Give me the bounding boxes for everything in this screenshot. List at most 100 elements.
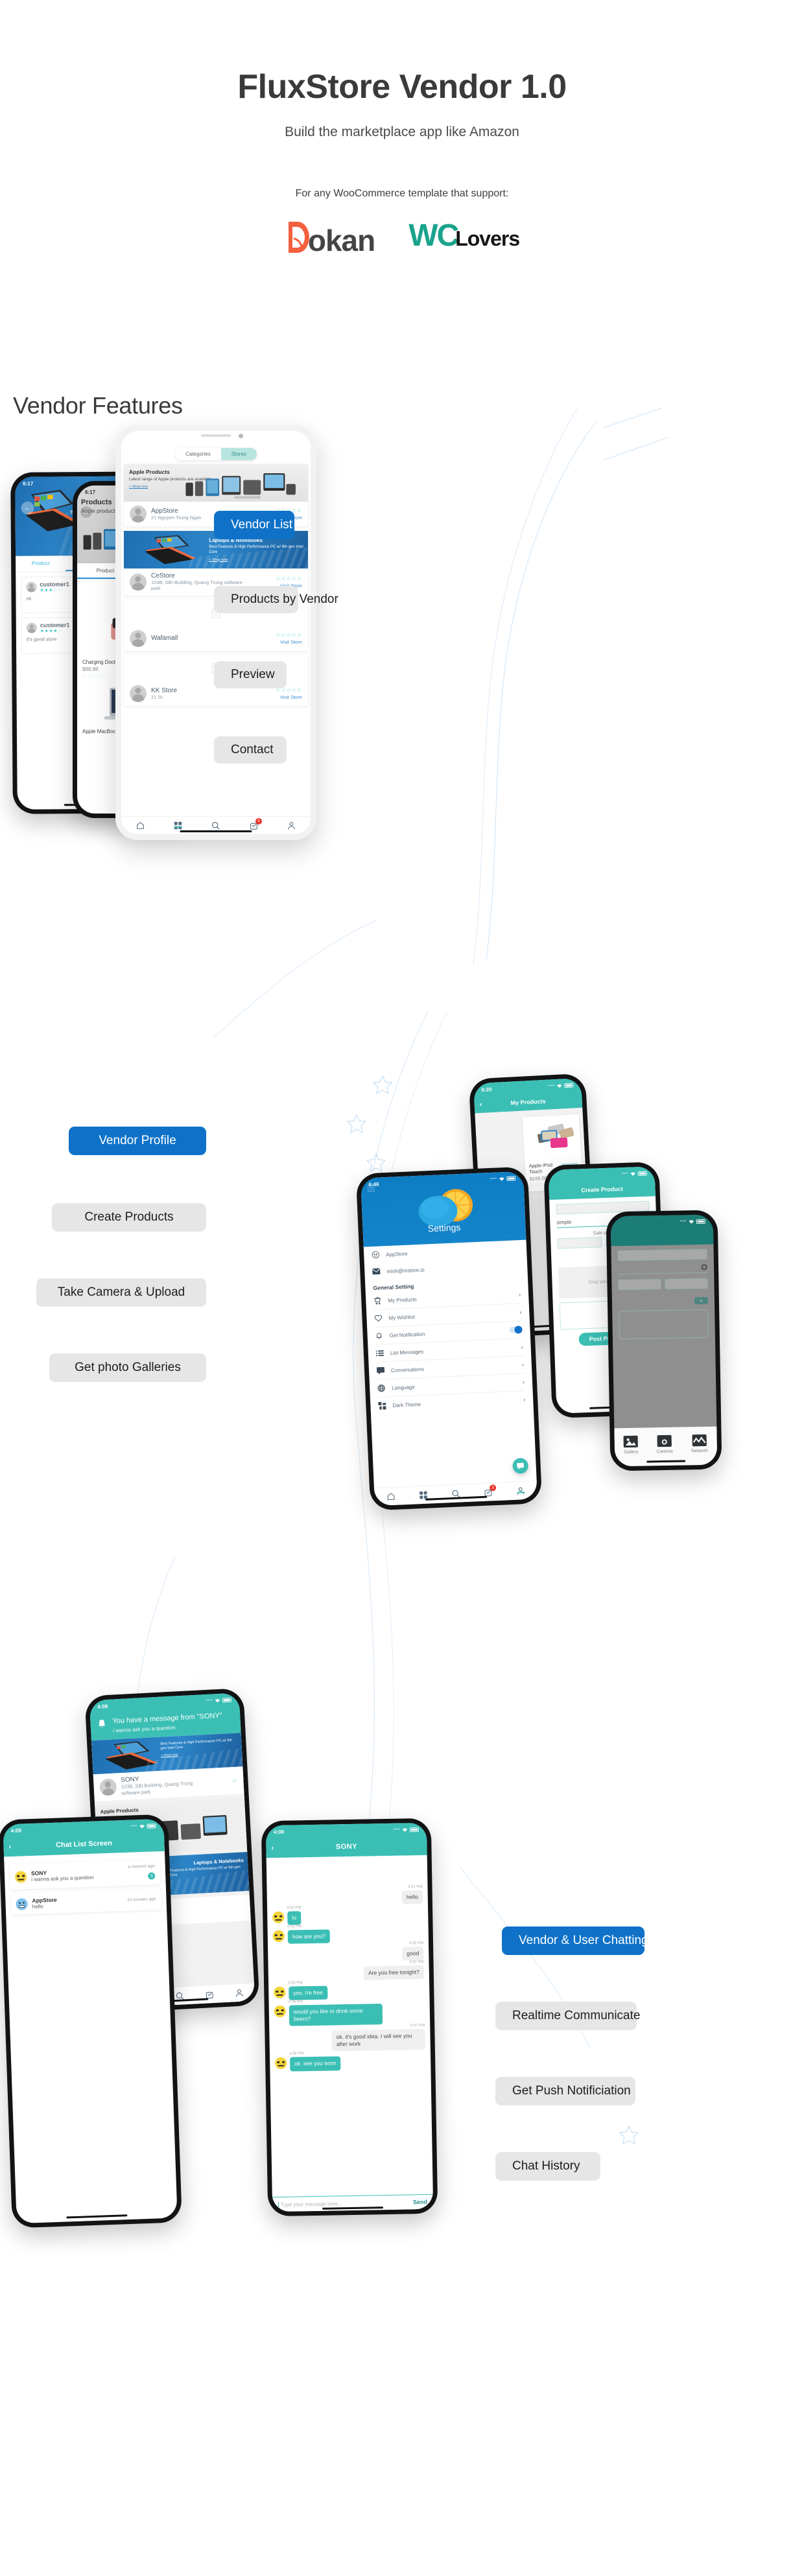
feature-pill-label: Realtime Communicate bbox=[512, 2009, 641, 2022]
home-indicator bbox=[66, 2214, 128, 2219]
chat-fab-button[interactable] bbox=[512, 1457, 529, 1474]
phone-vendor-list: Categories Stores Apple Products Latest … bbox=[115, 425, 316, 840]
back-icon[interactable]: ‹ bbox=[8, 1843, 11, 1851]
chevron-right-icon[interactable]: › bbox=[521, 1344, 523, 1350]
chevron-right-icon[interactable]: › bbox=[523, 1396, 525, 1403]
back-arrow-icon[interactable]: ← bbox=[21, 501, 34, 515]
heart-icon bbox=[374, 1315, 383, 1322]
feature-pill-vendor-user-chatting[interactable]: Vendor & User Chatting bbox=[502, 1926, 648, 1955]
avatar-emoji-icon bbox=[16, 1897, 28, 1910]
camera-icon bbox=[657, 1434, 672, 1447]
store-name: KK Store bbox=[151, 686, 178, 694]
avatar-emoji-icon bbox=[272, 1930, 285, 1943]
feature-pill-vendor-profile[interactable]: Vendor Profile bbox=[69, 1127, 206, 1155]
message-input[interactable]: Type your message here... bbox=[278, 2199, 414, 2208]
feature-pill-take-camera-upload[interactable]: Take Camera & Upload bbox=[36, 1278, 206, 1307]
regular-price-input[interactable] bbox=[557, 1237, 602, 1249]
status-time: 6:20 bbox=[481, 1086, 492, 1093]
chevron-right-icon[interactable]: › bbox=[519, 1291, 521, 1298]
profile-icon[interactable] bbox=[516, 1486, 525, 1495]
notification-toggle[interactable] bbox=[509, 1326, 523, 1333]
feature-pill-vendor-list[interactable]: Vendor List bbox=[214, 511, 294, 539]
bottom-navigation[interactable]: 1 bbox=[373, 1481, 538, 1506]
store-avatar bbox=[130, 506, 147, 522]
face-icon bbox=[372, 1251, 379, 1259]
feature-pill-preview[interactable]: Preview bbox=[214, 661, 287, 688]
appbar-title: My Products bbox=[510, 1097, 546, 1107]
avatar-emoji-icon bbox=[275, 2057, 287, 2070]
chat-list-item[interactable]: AppStore hello 10 minutes ago bbox=[10, 1888, 162, 1915]
store-avatar bbox=[130, 573, 147, 591]
status-time: 6:17 bbox=[23, 480, 34, 487]
feature-pill-label: Vendor List bbox=[231, 518, 293, 532]
feature-pill-get-photo-galleries[interactable]: Get photo Galleries bbox=[49, 1353, 206, 1382]
chevron-right-icon[interactable]: › bbox=[523, 1379, 525, 1385]
search-icon[interactable] bbox=[211, 821, 220, 830]
message-input-bar[interactable]: Type your message here... Send bbox=[272, 2194, 434, 2212]
sheet-option-label: Gallery bbox=[624, 1449, 639, 1455]
cart-badge: 1 bbox=[255, 818, 262, 825]
settings-item-label: Conversations bbox=[390, 1366, 425, 1374]
send-button[interactable]: Send bbox=[413, 2199, 427, 2205]
feature-pill-chat-history[interactable]: Chat History bbox=[495, 2152, 600, 2181]
feature-pill-label: Vendor Profile bbox=[99, 1134, 176, 1147]
visit-store-link[interactable]: Visit Store bbox=[276, 639, 302, 645]
chat-contact-name: AppStore bbox=[32, 1896, 57, 1904]
segment-stores[interactable]: Stores bbox=[220, 448, 257, 460]
sheet-option-label: Network bbox=[691, 1448, 708, 1454]
profile-icon[interactable] bbox=[287, 821, 296, 830]
grid-icon[interactable] bbox=[367, 1184, 376, 1193]
screen-chat-conversation: 4:08 •••• ‹ SONY 4:01 PM hello 4:02 PM h… bbox=[265, 1822, 434, 2212]
settings-item-label: My Products bbox=[388, 1296, 417, 1304]
feature-pill-contact[interactable]: Contact bbox=[214, 736, 287, 764]
sheet-option-camera[interactable]: Carema bbox=[656, 1434, 673, 1454]
feature-pill-label: Vendor & User Chatting bbox=[519, 1934, 648, 1947]
message-bubble: would you like to drink some beers? bbox=[289, 2004, 383, 2026]
product-type-value: simple bbox=[556, 1219, 572, 1226]
sheet-option-gallery[interactable]: Gallery bbox=[623, 1435, 639, 1455]
avatar bbox=[26, 581, 37, 592]
wclovers-wc-text: WC bbox=[408, 218, 459, 253]
segment-control[interactable]: Categories Stores bbox=[121, 443, 311, 464]
theme-icon bbox=[378, 1401, 386, 1410]
dokan-d-icon bbox=[285, 219, 311, 255]
cart-icon[interactable]: 1 bbox=[250, 818, 262, 830]
feature-pill-create-products[interactable]: Create Products bbox=[52, 1203, 206, 1232]
store-banner: Apple Products Latest range of Apple pro… bbox=[124, 464, 308, 502]
tab-product[interactable]: Product bbox=[16, 556, 65, 572]
message-bubble: ok. it's good idea. I will see you after… bbox=[331, 2029, 425, 2052]
settings-item-label: List Messages bbox=[390, 1348, 424, 1356]
home-icon[interactable] bbox=[136, 821, 145, 830]
profile-icon[interactable] bbox=[235, 1989, 244, 1998]
categories-icon[interactable] bbox=[174, 821, 182, 830]
back-icon[interactable]: ‹ bbox=[479, 1101, 482, 1108]
sheet-option-network[interactable]: Network bbox=[691, 1434, 708, 1453]
home-icon[interactable] bbox=[386, 1492, 396, 1501]
unread-badge: 3 bbox=[148, 1872, 156, 1880]
feature-pill-label: Create Products bbox=[84, 1210, 174, 1224]
earpiece bbox=[201, 434, 231, 437]
settings-hero: 6:46 •••• Settings bbox=[361, 1171, 526, 1247]
message-row: hello bbox=[267, 1889, 428, 1906]
chevron-right-icon[interactable]: › bbox=[522, 1361, 524, 1368]
status-time: 4:09 bbox=[10, 1827, 21, 1834]
back-icon[interactable]: ‹ bbox=[271, 1844, 274, 1852]
message-thread: 4:01 PM hello 4:02 PM hi 4:02 PM how are… bbox=[266, 1855, 431, 2072]
network-image-icon bbox=[692, 1434, 707, 1447]
feature-pill-realtime-communicate[interactable]: Realtime Communicate bbox=[495, 2002, 641, 2030]
list-icon bbox=[375, 1350, 384, 1357]
feature-pill-label: Chat History bbox=[512, 2159, 580, 2173]
visit-store-link[interactable]: Visit Store bbox=[276, 694, 302, 700]
segment-categories[interactable]: Categories bbox=[175, 448, 221, 460]
chat-timestamp: a moment ago bbox=[128, 1864, 155, 1869]
chat-list-item[interactable]: SONY i wanna ask you a question a moment… bbox=[9, 1859, 161, 1890]
store-name: CeStore bbox=[151, 572, 175, 580]
cart-icon bbox=[374, 1296, 381, 1305]
feature-pill-get-push-notification[interactable]: Get Push Notificiation bbox=[495, 2077, 635, 2105]
review-user: customer1 bbox=[40, 581, 69, 588]
settings-item-label: Language bbox=[392, 1383, 415, 1391]
status-time: 4:08 bbox=[273, 1829, 285, 1835]
phone-settings: 6:46 •••• Settings AppStore minh@mstore.… bbox=[355, 1166, 543, 1511]
feature-pill-products-by-vendor[interactable]: Products by Vendor bbox=[214, 586, 338, 613]
chevron-right-icon[interactable]: › bbox=[519, 1309, 521, 1315]
